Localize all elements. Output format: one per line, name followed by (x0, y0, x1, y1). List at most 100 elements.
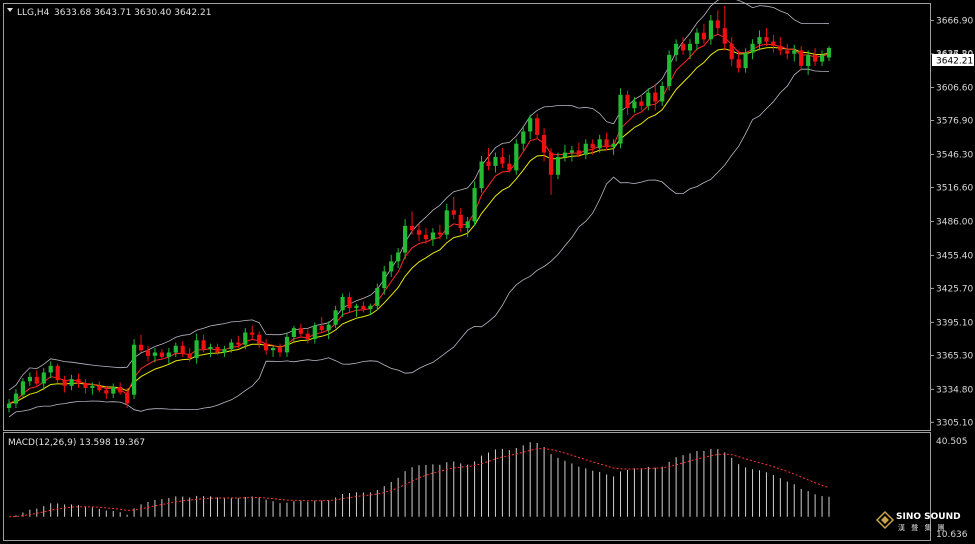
candle-body (194, 340, 199, 359)
price-tick-label: 3425.70 (936, 284, 973, 294)
candle-body (576, 150, 581, 155)
current-price-value: 3642.21 (936, 57, 973, 67)
candle-body (660, 86, 665, 102)
candle-body (771, 41, 776, 46)
candle-body (13, 393, 19, 404)
candle-body (347, 297, 352, 309)
candle-body (298, 328, 303, 334)
candle-body (618, 94, 623, 144)
candle-body (145, 350, 151, 356)
candle-body (125, 392, 130, 404)
candle-body (708, 20, 713, 40)
candle-body (757, 37, 762, 44)
candle-body (180, 345, 185, 354)
candle-body (750, 43, 755, 53)
candle-body (152, 352, 157, 356)
candle-body (319, 325, 324, 331)
candle-body (403, 225, 408, 253)
candle-body (396, 252, 401, 262)
candle-body (451, 210, 456, 215)
candle-body (569, 150, 574, 153)
candle-body (291, 328, 296, 337)
candle-body (632, 101, 637, 109)
candle-body (41, 372, 46, 384)
candle-body (340, 297, 345, 311)
price-tick-label: 3546.30 (936, 151, 973, 161)
price-tick-label: 3606.60 (936, 84, 973, 94)
candle-body (764, 37, 769, 42)
price-tick-label: 3395.10 (936, 318, 973, 328)
candle-body (806, 54, 811, 66)
candle-body (528, 118, 533, 132)
candle-body (625, 94, 630, 109)
candle-body (90, 385, 95, 388)
candle-body (138, 344, 144, 351)
candle-body (62, 380, 67, 386)
candle-body (562, 152, 567, 157)
candle-body (312, 325, 317, 340)
candle-body (826, 48, 832, 58)
candle-body (597, 139, 602, 149)
candle-body (222, 349, 227, 353)
price-tick-label: 3486.00 (936, 217, 973, 227)
candle-body (208, 346, 213, 350)
candle-body (542, 134, 547, 153)
candle-body (729, 43, 734, 60)
candle-body (83, 383, 88, 388)
price-tick-label: 3305.10 (936, 418, 973, 428)
candle-body (97, 385, 102, 391)
price-tick-label: 3516.60 (936, 184, 973, 194)
candle-body (604, 139, 609, 148)
candle-body (132, 344, 137, 395)
candle-body (646, 92, 651, 106)
candle-body (187, 353, 192, 358)
candle-body (701, 32, 706, 40)
candle-body (555, 157, 561, 175)
candle-body (111, 386, 116, 394)
candle-body (778, 46, 783, 51)
candle-body (76, 379, 81, 384)
current-price-tag: 3642.21 (932, 54, 974, 67)
candle-body (215, 346, 220, 353)
chart-canvas[interactable]: 3666.903636.803606.603576.903546.303516.… (0, 0, 975, 544)
price-tick-label: 3334.80 (936, 385, 973, 395)
candle-body (590, 143, 595, 149)
candle-body (243, 332, 248, 345)
candle-body (166, 352, 171, 357)
candle-body (743, 52, 748, 69)
price-tick-label: 3455.40 (936, 251, 973, 261)
candle-body (284, 336, 290, 353)
candle-body (465, 221, 470, 229)
candle-body (479, 161, 484, 189)
candle-body (500, 157, 505, 164)
candle-body (305, 333, 310, 340)
candle-body (423, 234, 429, 240)
candle-body (118, 386, 123, 393)
candle-body (354, 305, 359, 308)
candle-body (813, 54, 818, 62)
candle-body (389, 261, 394, 272)
candle-body (326, 324, 331, 331)
candle-body (229, 342, 234, 350)
candle-body (264, 343, 269, 351)
candle-body (639, 101, 644, 106)
candle-body (694, 32, 700, 44)
candle-body (6, 403, 12, 408)
candle-body (361, 305, 366, 310)
candle-body (430, 232, 435, 240)
logo-brand: SINO SOUND (896, 512, 961, 522)
candle-body (653, 92, 658, 102)
price-tick-label: 3666.90 (936, 17, 973, 27)
candle-body (444, 210, 449, 235)
candle-body (458, 214, 463, 229)
candle-body (173, 345, 178, 353)
candle-body (27, 376, 32, 382)
candle-body (785, 50, 790, 54)
candle-body (548, 152, 554, 175)
candle-body (201, 340, 206, 350)
chart-background (0, 0, 975, 544)
candle-body (472, 188, 477, 222)
candle-body (34, 376, 39, 384)
candle-body (535, 118, 540, 135)
candle-body (715, 20, 720, 29)
